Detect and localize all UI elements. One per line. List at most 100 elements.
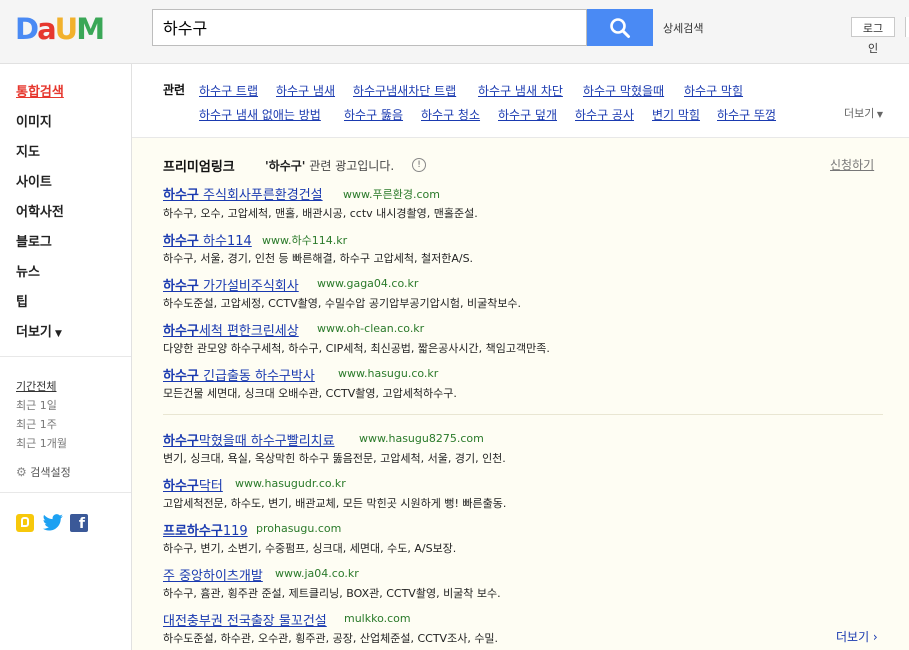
ad-desc-1: 하수구, 오수, 고압세척, 맨홀, 배관시공, cctv 내시경촬영, 맨홀준… bbox=[163, 207, 478, 220]
nav-dictionary[interactable]: 어학사전 bbox=[16, 201, 64, 220]
search-button[interactable] bbox=[587, 9, 653, 46]
period-all[interactable]: 기간전체 bbox=[16, 378, 56, 394]
ad-title-keyword: 하수구 bbox=[163, 479, 199, 494]
ad-desc-3: 하수도준설, 고압세정, CCTV촬영, 수밀수압 공기압부공기압시험, 비굴착… bbox=[163, 297, 522, 310]
ad-title-2[interactable]: 하수구 하수114 bbox=[163, 230, 252, 249]
ad-desc-5: 모든건물 세면대, 싱크대 오배수관, CCTV촬영, 고압세척하수구. bbox=[163, 387, 457, 400]
ad-desc-6: 변기, 싱크대, 욕실, 옥상막힌 하수구 뚫음전문, 고압세척, 서울, 경기… bbox=[163, 452, 506, 465]
nav-integrated[interactable]: 통합검색 bbox=[16, 81, 64, 100]
related-link-8[interactable]: 하수구 뚫음 bbox=[344, 106, 403, 123]
nav-site[interactable]: 사이트 bbox=[16, 171, 52, 190]
ad-title-5[interactable]: 하수구 긴급출동 하수구박사 bbox=[163, 365, 315, 384]
facebook-icon[interactable]: f bbox=[70, 514, 88, 532]
ad-url-7[interactable]: www.hasugudr.co.kr bbox=[235, 477, 346, 490]
nav-blog[interactable]: 블로그 bbox=[16, 231, 52, 250]
ad-title-8[interactable]: 프로하수구119 bbox=[163, 520, 248, 539]
related-link-5[interactable]: 하수구 막혔을때 bbox=[583, 82, 664, 99]
sidebar-divider bbox=[0, 356, 131, 357]
daum-logo[interactable]: DaUM bbox=[15, 12, 105, 46]
ad-title-rest: 하수114 bbox=[198, 234, 252, 249]
logo-letter-d: D bbox=[15, 12, 39, 46]
period-1day[interactable]: 최근 1일 bbox=[16, 397, 57, 413]
ad-url-3[interactable]: www.gaga04.co.kr bbox=[317, 277, 418, 290]
related-link-10[interactable]: 하수구 덮개 bbox=[498, 106, 557, 123]
ad-title-keyword: 프로하수구 bbox=[163, 524, 223, 539]
related-label: 관련 bbox=[163, 83, 186, 97]
nav-news[interactable]: 뉴스 bbox=[16, 261, 40, 280]
ad-url-4[interactable]: www.oh-clean.co.kr bbox=[317, 322, 424, 335]
ad-title-6[interactable]: 하수구막혔을때 하수구빨리치료 bbox=[163, 430, 335, 449]
kakao-icon[interactable] bbox=[16, 514, 34, 532]
ad-title-9[interactable]: 주 중앙하이츠개발 bbox=[163, 565, 263, 584]
gear-icon: ⚙ bbox=[16, 465, 27, 479]
ad-title-keyword: 하수구 bbox=[163, 324, 199, 339]
related-link-1[interactable]: 하수구 트랩 bbox=[199, 82, 258, 99]
ad-url-5[interactable]: www.hasugu.co.kr bbox=[338, 367, 438, 380]
ad-url-8[interactable]: prohasugu.com bbox=[256, 522, 341, 535]
ad-title-3[interactable]: 하수구 가가설비주식회사 bbox=[163, 275, 299, 294]
ad-title-rest: 긴급출동 하수구박사 bbox=[198, 369, 315, 384]
ad-desc-9: 하수구, 흄관, 횡주관 준설, 제트클리닝, BOX관, CCTV촬영, 비굴… bbox=[163, 587, 501, 600]
login-button[interactable]: 로그인 bbox=[851, 17, 895, 55]
related-more-label: 더보기 bbox=[844, 107, 875, 120]
search-box bbox=[152, 9, 587, 46]
premium-subtitle-text: 관련 광고입니다. bbox=[309, 159, 395, 173]
nav-more[interactable]: 더보기 ▼ bbox=[16, 321, 62, 340]
related-more-button[interactable]: 더보기 ▼ bbox=[844, 105, 883, 121]
search-settings-link[interactable]: ⚙ 검색설정 bbox=[16, 464, 71, 480]
logo-letter-a: a bbox=[37, 12, 57, 46]
twitter-icon[interactable] bbox=[42, 514, 64, 532]
related-link-12[interactable]: 변기 막힘 bbox=[652, 106, 700, 123]
nav-map[interactable]: 지도 bbox=[16, 141, 40, 160]
nav-more-label: 더보기 bbox=[16, 325, 52, 340]
related-link-3[interactable]: 하수구냄새차단 트랩 bbox=[353, 82, 456, 99]
ad-url-1[interactable]: www.푸른환경.com bbox=[343, 186, 440, 202]
period-1week[interactable]: 최근 1주 bbox=[16, 416, 57, 432]
ad-title-10[interactable]: 대전충부권 전국출장 물꼬건설 bbox=[163, 610, 327, 629]
ad-url-9[interactable]: www.ja04.co.kr bbox=[275, 567, 359, 580]
ad-title-7[interactable]: 하수구닥터 bbox=[163, 475, 223, 494]
ad-title-1[interactable]: 하수구 주식회사푸른환경건설 bbox=[163, 184, 323, 203]
header-bar: DaUM 상세검색 로그인 bbox=[0, 0, 909, 64]
ads-more-button[interactable]: 더보기 › bbox=[836, 628, 878, 645]
info-icon[interactable]: ! bbox=[412, 158, 426, 172]
related-link-9[interactable]: 하수구 청소 bbox=[421, 106, 480, 123]
ad-desc-2: 하수구, 서울, 경기, 인천 등 빠른해결, 하수구 고압세척, 철저한A/S… bbox=[163, 252, 474, 265]
premium-subtitle: '하수구' 관련 광고입니다. bbox=[265, 157, 394, 174]
sidebar-divider-2 bbox=[0, 492, 131, 493]
ad-title-4[interactable]: 하수구세척 편한크린세상 bbox=[163, 320, 299, 339]
ad-url-6[interactable]: www.hasugu8275.com bbox=[359, 432, 484, 445]
related-link-2[interactable]: 하수구 냄새 bbox=[276, 82, 335, 99]
ad-title-rest: 세척 편한크린세상 bbox=[198, 324, 299, 339]
ad-title-rest: 막혔을때 하수구빨리치료 bbox=[198, 434, 335, 449]
search-settings-label: 검색설정 bbox=[30, 466, 71, 479]
search-icon bbox=[610, 17, 630, 38]
ad-url-10[interactable]: mulkko.com bbox=[344, 612, 411, 625]
related-link-11[interactable]: 하수구 공사 bbox=[575, 106, 634, 123]
ad-desc-10: 하수도준설, 하수관, 오수관, 횡주관, 공장, 산업체준설, CCTV조사,… bbox=[163, 632, 499, 645]
advanced-search-link[interactable]: 상세검색 bbox=[663, 20, 703, 36]
ad-title-rest: 119 bbox=[222, 524, 248, 539]
ad-url-2[interactable]: www.하수114.kr bbox=[262, 232, 347, 248]
premium-query: '하수구' bbox=[265, 159, 306, 173]
caret-down-icon: ▼ bbox=[874, 110, 884, 119]
ad-title-rest: 주식회사푸른환경건설 bbox=[198, 188, 323, 203]
apply-link[interactable]: 신청하기 bbox=[830, 156, 874, 173]
caret-down-icon: ▼ bbox=[51, 329, 62, 339]
ad-title-keyword: 하수구 bbox=[163, 279, 199, 294]
period-1month[interactable]: 최근 1개월 bbox=[16, 435, 67, 451]
related-link-13[interactable]: 하수구 뚜껑 bbox=[717, 106, 776, 123]
logo-letter-u: U bbox=[54, 12, 79, 46]
nav-image[interactable]: 이미지 bbox=[16, 111, 52, 130]
nav-tip[interactable]: 팁 bbox=[16, 291, 28, 310]
related-searches-panel bbox=[132, 64, 909, 138]
ad-title-keyword: 하수구 bbox=[163, 369, 199, 384]
related-link-7[interactable]: 하수구 냄새 없애는 방법 bbox=[199, 106, 321, 123]
ad-title-keyword: 하수구 bbox=[163, 234, 199, 249]
ad-title-keyword: 하수구 bbox=[163, 188, 199, 203]
top-edge-button[interactable] bbox=[905, 17, 909, 37]
ad-title-text: 대전충부권 전국출장 물꼬건설 bbox=[163, 614, 327, 629]
search-input[interactable] bbox=[153, 10, 583, 43]
related-link-4[interactable]: 하수구 냄새 차단 bbox=[478, 82, 563, 99]
related-link-6[interactable]: 하수구 막힘 bbox=[684, 82, 743, 99]
